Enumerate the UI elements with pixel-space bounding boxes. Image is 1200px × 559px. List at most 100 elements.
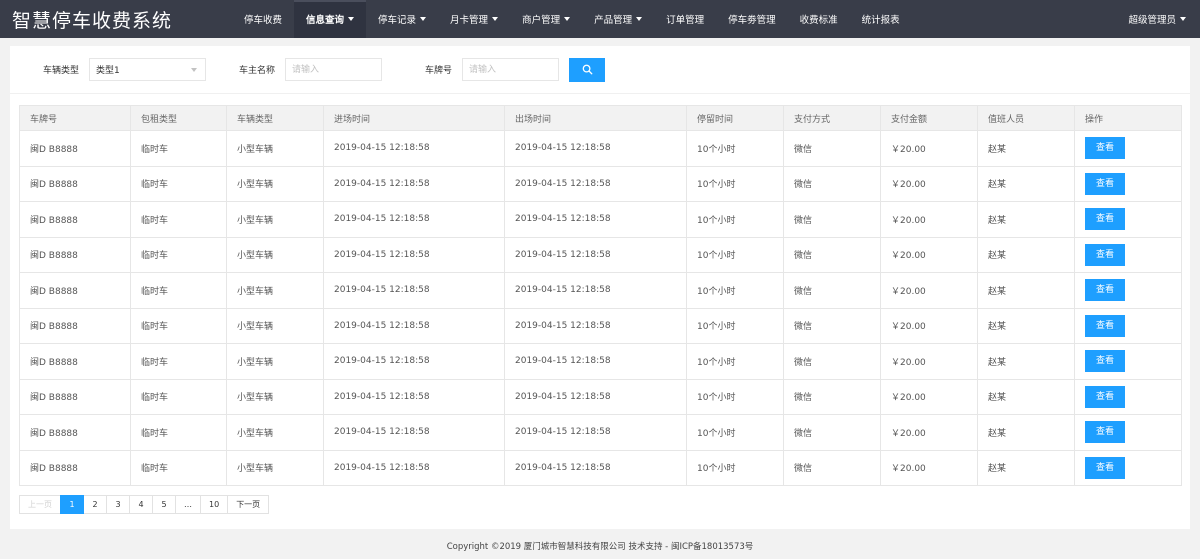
column-header: 车牌号 [19, 105, 131, 131]
page-button[interactable]: 2 [83, 495, 107, 514]
caret-down-icon [348, 17, 355, 21]
nav-item-4[interactable]: 商户管理 [510, 0, 582, 38]
view-button[interactable]: 查看 [1085, 350, 1125, 373]
table-cell: 2019-04-15 12:18:58 [323, 378, 505, 415]
table-cell: 微信 [783, 272, 881, 309]
table-row: 闽D B8888 临时车 小型车辆 2019-04-15 12:18:58 2019-0… [19, 307, 1182, 344]
table-cell: 闽D B8888 [19, 130, 131, 167]
table-cell: 10个小时 [686, 201, 784, 238]
view-button[interactable]: 查看 [1085, 456, 1125, 479]
prev-page-button[interactable]: 上一页 [19, 495, 61, 514]
nav-item-1[interactable]: 信息查询 [294, 0, 367, 38]
nav-item-5[interactable]: 产品管理 [582, 0, 654, 38]
page-button[interactable]: 4 [129, 495, 153, 514]
vehicle-type-select[interactable]: 类型1 [89, 58, 207, 81]
vehicle-type-label: 车辆类型 [43, 66, 80, 76]
page-button[interactable]: 1 [60, 495, 84, 514]
view-button[interactable]: 查看 [1085, 421, 1125, 444]
nav-item-3[interactable]: 月卡管理 [438, 0, 510, 38]
view-button[interactable]: 查看 [1085, 137, 1125, 160]
table-cell: 微信 [783, 343, 881, 380]
table-row: 闽D B8888 临时车 小型车辆 2019-04-15 12:18:58 2019-0… [19, 414, 1182, 451]
nav-item-2[interactable]: 停车记录 [366, 0, 438, 38]
column-header: 值班人员 [977, 105, 1075, 131]
table-cell: 2019-04-15 12:18:58 [323, 130, 505, 167]
table-cell: 2019-04-15 12:18:58 [323, 165, 505, 202]
table-cell: 赵某 [977, 272, 1075, 309]
user-menu[interactable]: 超级管理员 [1128, 0, 1186, 38]
parking-records-table: 车牌号 包租类型 车辆类型 进场时间 出场时间 停留时间 支付方式 支付金额 值班人员 操作 闽D… [19, 105, 1182, 486]
page-button[interactable]: 10 [200, 495, 229, 514]
nav-item-label: 产品管理 [594, 15, 633, 26]
table-row: 闽D B8888 临时车 小型车辆 2019-04-15 12:18:58 2019-0… [19, 343, 1182, 380]
table-cell: 2019-04-15 12:18:58 [323, 307, 505, 344]
nav-item-label: 商户管理 [522, 15, 561, 26]
table-cell: 10个小时 [686, 272, 784, 309]
plate-number-input[interactable] [462, 58, 560, 81]
table-row: 闽D B8888 临时车 小型车辆 2019-04-15 12:18:58 2019-0… [19, 272, 1182, 309]
table-cell: 小型车辆 [226, 272, 324, 309]
table-cell: 赵某 [977, 343, 1075, 380]
view-button[interactable]: 查看 [1085, 385, 1125, 408]
view-button[interactable]: 查看 [1085, 279, 1125, 302]
user-name: 超级管理员 [1128, 15, 1176, 26]
nav-item-9[interactable]: 统计报表 [850, 0, 912, 38]
table-cell: 闽D B8888 [19, 165, 131, 202]
table-cell: 赵某 [977, 378, 1075, 415]
table-cell: 闽D B8888 [19, 236, 131, 273]
table-cell: 赵某 [977, 165, 1075, 202]
nav-item-label: 订单管理 [666, 15, 705, 26]
table-cell: 2019-04-15 12:18:58 [323, 272, 505, 309]
plate-number-label: 车牌号 [425, 66, 453, 76]
table-cell: 2019-04-15 12:18:58 [504, 307, 687, 344]
table-cell: 微信 [783, 201, 881, 238]
table-cell: 赵某 [977, 201, 1075, 238]
table-cell: 临时车 [130, 201, 227, 238]
action-cell: 查看 [1074, 378, 1182, 415]
view-button[interactable]: 查看 [1085, 243, 1125, 266]
table-cell: 10个小时 [686, 343, 784, 380]
column-header: 停留时间 [686, 105, 784, 131]
action-cell: 查看 [1074, 201, 1182, 238]
table-cell: 临时车 [130, 272, 227, 309]
nav-item-label: 统计报表 [861, 15, 900, 26]
nav-item-7[interactable]: 停车劵管理 [716, 0, 788, 38]
caret-down-icon [636, 17, 643, 21]
next-page-button[interactable]: 下一页 [227, 495, 270, 514]
view-button[interactable]: 查看 [1085, 314, 1125, 337]
table-cell: 2019-04-15 12:18:58 [323, 343, 505, 380]
chevron-down-icon [191, 67, 198, 72]
table-cell: 临时车 [130, 378, 227, 415]
action-cell: 查看 [1074, 343, 1182, 380]
view-button[interactable]: 查看 [1085, 208, 1125, 231]
column-header: 车辆类型 [226, 105, 324, 131]
action-cell: 查看 [1074, 449, 1182, 486]
table-cell: ￥20.00 [880, 130, 978, 167]
table-cell: 2019-04-15 12:18:58 [504, 165, 687, 202]
table-cell: ￥20.00 [880, 378, 978, 415]
view-button[interactable]: 查看 [1085, 172, 1125, 195]
table-cell: ￥20.00 [880, 414, 978, 451]
table-cell: ￥20.00 [880, 165, 978, 202]
column-header: 进场时间 [323, 105, 505, 131]
table-cell: 临时车 [130, 236, 227, 273]
table-cell: 赵某 [977, 414, 1075, 451]
nav-item-8[interactable]: 收费标准 [788, 0, 850, 38]
caret-down-icon [420, 17, 427, 21]
table-cell: 微信 [783, 449, 881, 486]
table-cell: ￥20.00 [880, 449, 978, 486]
nav-item-6[interactable]: 订单管理 [654, 0, 716, 38]
table-cell: 2019-04-15 12:18:58 [504, 449, 687, 486]
nav-item-label: 信息查询 [306, 15, 345, 26]
owner-name-input[interactable] [285, 58, 383, 81]
nav-item-0[interactable]: 停车收费 [232, 0, 294, 38]
table-header-row: 车牌号 包租类型 车辆类型 进场时间 出场时间 停留时间 支付方式 支付金额 值班人员 操作 [19, 105, 1182, 131]
page-button[interactable]: 5 [152, 495, 176, 514]
table-cell: 临时车 [130, 165, 227, 202]
page-button[interactable]: 3 [106, 495, 130, 514]
search-button[interactable] [569, 57, 606, 82]
table-cell: 2019-04-15 12:18:58 [323, 201, 505, 238]
table-cell: 10个小时 [686, 414, 784, 451]
table-cell: 2019-04-15 12:18:58 [323, 236, 505, 273]
caret-down-icon [564, 17, 571, 21]
